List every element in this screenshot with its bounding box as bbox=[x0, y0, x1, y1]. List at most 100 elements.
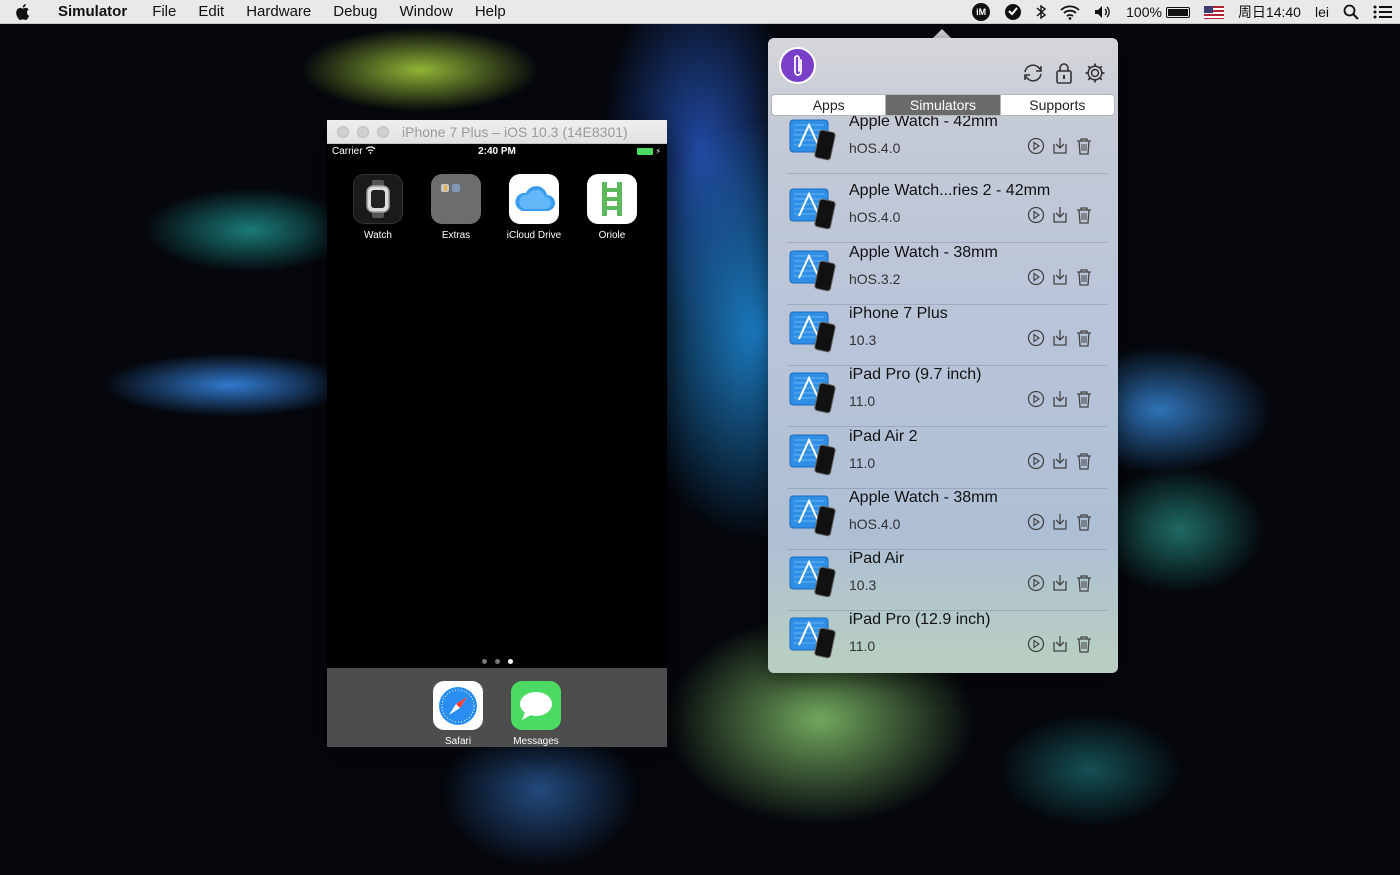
play-icon[interactable] bbox=[1027, 635, 1045, 653]
ios-home-screen[interactable]: Carrier 2:40 PM ⚡ Watch Extras iCloud Dr… bbox=[327, 144, 667, 747]
download-icon[interactable] bbox=[1051, 137, 1069, 155]
im-status-icon[interactable]: iM bbox=[965, 0, 997, 24]
notification-center-icon[interactable] bbox=[1366, 0, 1400, 24]
checkmark-status-icon[interactable] bbox=[997, 0, 1029, 24]
xcode-simulator-icon bbox=[789, 615, 837, 659]
app-icloud-drive[interactable]: iCloud Drive bbox=[506, 174, 562, 241]
ios-status-bar: Carrier 2:40 PM ⚡ bbox=[327, 144, 667, 159]
app-messages[interactable]: Messages bbox=[511, 681, 561, 747]
menu-app-name[interactable]: Simulator bbox=[44, 3, 141, 20]
watch-icon bbox=[353, 174, 403, 224]
wifi-icon[interactable] bbox=[1053, 0, 1087, 24]
xcode-simulator-icon bbox=[789, 309, 837, 353]
spotlight-search-icon[interactable] bbox=[1336, 0, 1366, 24]
bluetooth-icon[interactable] bbox=[1029, 0, 1053, 24]
gear-icon[interactable] bbox=[1084, 62, 1106, 84]
simulator-row[interactable]: iPad Air 10.3 bbox=[787, 550, 1107, 612]
download-icon[interactable] bbox=[1051, 268, 1069, 286]
simulator-row[interactable]: Apple Watch...ries 2 - 42mm hOS.4.0 bbox=[787, 182, 1107, 244]
simulator-row[interactable]: Apple Watch - 38mm hOS.3.2 bbox=[787, 244, 1107, 305]
play-icon[interactable] bbox=[1027, 390, 1045, 408]
simulator-version: hOS.3.2 bbox=[849, 270, 901, 287]
simulator-row[interactable]: iPad Pro (9.7 inch) 11.0 bbox=[787, 366, 1107, 428]
page-dot[interactable] bbox=[481, 659, 487, 664]
download-icon[interactable] bbox=[1051, 452, 1069, 470]
paperclip-logo-icon[interactable] bbox=[779, 47, 816, 84]
apple-menu-icon[interactable] bbox=[0, 0, 44, 24]
page-dot-active[interactable] bbox=[507, 659, 513, 664]
simulator-version: hOS.4.0 bbox=[849, 140, 901, 156]
simulator-version: 10.3 bbox=[849, 577, 877, 594]
menu-clock[interactable]: 周日14:40 bbox=[1231, 0, 1308, 24]
lock-icon[interactable] bbox=[1053, 62, 1075, 84]
xcode-simulator-icon bbox=[789, 432, 837, 476]
simulator-row[interactable]: iPad Pro (12.9 inch) 11.0 bbox=[787, 611, 1107, 671]
menu-file[interactable]: File bbox=[141, 3, 187, 20]
page-indicator[interactable] bbox=[327, 659, 667, 664]
refresh-icon[interactable] bbox=[1022, 62, 1044, 84]
menu-user[interactable]: lei bbox=[1308, 0, 1336, 24]
simulator-titlebar[interactable]: iPhone 7 Plus – iOS 10.3 (14E8301) bbox=[327, 120, 667, 144]
simulator-window[interactable]: iPhone 7 Plus – iOS 10.3 (14E8301) Carri… bbox=[327, 120, 667, 747]
play-icon[interactable] bbox=[1027, 137, 1045, 155]
menu-hardware[interactable]: Hardware bbox=[235, 3, 322, 20]
tab-simulators[interactable]: Simulators bbox=[886, 95, 1001, 115]
simulator-manager-panel: Apps Simulators Supports Apple Watch - 4… bbox=[768, 38, 1118, 673]
download-icon[interactable] bbox=[1051, 574, 1069, 592]
xcode-simulator-icon bbox=[789, 248, 837, 292]
menu-edit[interactable]: Edit bbox=[187, 3, 235, 20]
play-icon[interactable] bbox=[1027, 329, 1045, 347]
cloud-icon bbox=[509, 174, 559, 224]
input-source-flag-icon[interactable] bbox=[1197, 0, 1231, 24]
close-window-button[interactable] bbox=[337, 125, 349, 138]
app-safari[interactable]: Safari bbox=[433, 681, 483, 747]
menu-window[interactable]: Window bbox=[388, 3, 463, 20]
trash-icon[interactable] bbox=[1075, 513, 1093, 531]
minimize-window-button[interactable] bbox=[357, 125, 369, 138]
ios-dock: Safari Messages bbox=[327, 668, 667, 747]
tab-supports[interactable]: Supports bbox=[1001, 95, 1114, 115]
download-icon[interactable] bbox=[1051, 513, 1069, 531]
app-label: Watch bbox=[364, 230, 392, 241]
download-icon[interactable] bbox=[1051, 329, 1069, 347]
simulator-list[interactable]: Apple Watch - 42mm hOS.4.0 Apple Watch...r… bbox=[768, 116, 1118, 671]
download-icon[interactable] bbox=[1051, 635, 1069, 653]
play-icon[interactable] bbox=[1027, 452, 1045, 470]
volume-icon[interactable] bbox=[1087, 0, 1119, 24]
trash-icon[interactable] bbox=[1075, 329, 1093, 347]
trash-icon[interactable] bbox=[1075, 206, 1093, 224]
trash-icon[interactable] bbox=[1075, 390, 1093, 408]
app-extras[interactable]: Extras bbox=[431, 174, 481, 241]
menu-help[interactable]: Help bbox=[464, 3, 517, 20]
tab-apps[interactable]: Apps bbox=[772, 95, 887, 115]
trash-icon[interactable] bbox=[1075, 137, 1093, 155]
simulator-title: iPhone 7 Plus – iOS 10.3 (14E8301) bbox=[402, 123, 628, 140]
zoom-window-button[interactable] bbox=[377, 125, 389, 138]
download-icon[interactable] bbox=[1051, 390, 1069, 408]
trash-icon[interactable] bbox=[1075, 452, 1093, 470]
simulator-version: 11.0 bbox=[849, 454, 876, 471]
play-icon[interactable] bbox=[1027, 574, 1045, 592]
trash-icon[interactable] bbox=[1075, 268, 1093, 286]
xcode-simulator-icon bbox=[789, 186, 837, 230]
play-icon[interactable] bbox=[1027, 513, 1045, 531]
trash-icon[interactable] bbox=[1075, 635, 1093, 654]
ios-battery-icon: ⚡ bbox=[637, 147, 661, 156]
page-dot[interactable] bbox=[494, 659, 500, 664]
menu-debug[interactable]: Debug bbox=[322, 3, 388, 20]
play-icon[interactable] bbox=[1027, 206, 1045, 224]
simulator-row[interactable]: iPhone 7 Plus 10.3 bbox=[787, 305, 1107, 366]
simulator-row[interactable]: Apple Watch - 42mm hOS.4.0 bbox=[787, 116, 1107, 174]
app-oriole[interactable]: Oriole bbox=[587, 174, 637, 241]
play-icon[interactable] bbox=[1027, 268, 1045, 286]
compass-icon bbox=[433, 681, 483, 730]
download-icon[interactable] bbox=[1051, 206, 1069, 224]
app-label: iCloud Drive bbox=[506, 230, 562, 241]
battery-status[interactable]: 100% bbox=[1119, 0, 1197, 24]
app-watch[interactable]: Watch bbox=[353, 174, 403, 241]
simulator-row[interactable]: Apple Watch - 38mm hOS.4.0 bbox=[787, 489, 1107, 550]
battery-percent: 100% bbox=[1126, 4, 1162, 20]
simulator-row[interactable]: iPad Air 2 11.0 bbox=[787, 428, 1107, 489]
trash-icon[interactable] bbox=[1075, 574, 1093, 592]
folder-icon bbox=[431, 174, 481, 224]
